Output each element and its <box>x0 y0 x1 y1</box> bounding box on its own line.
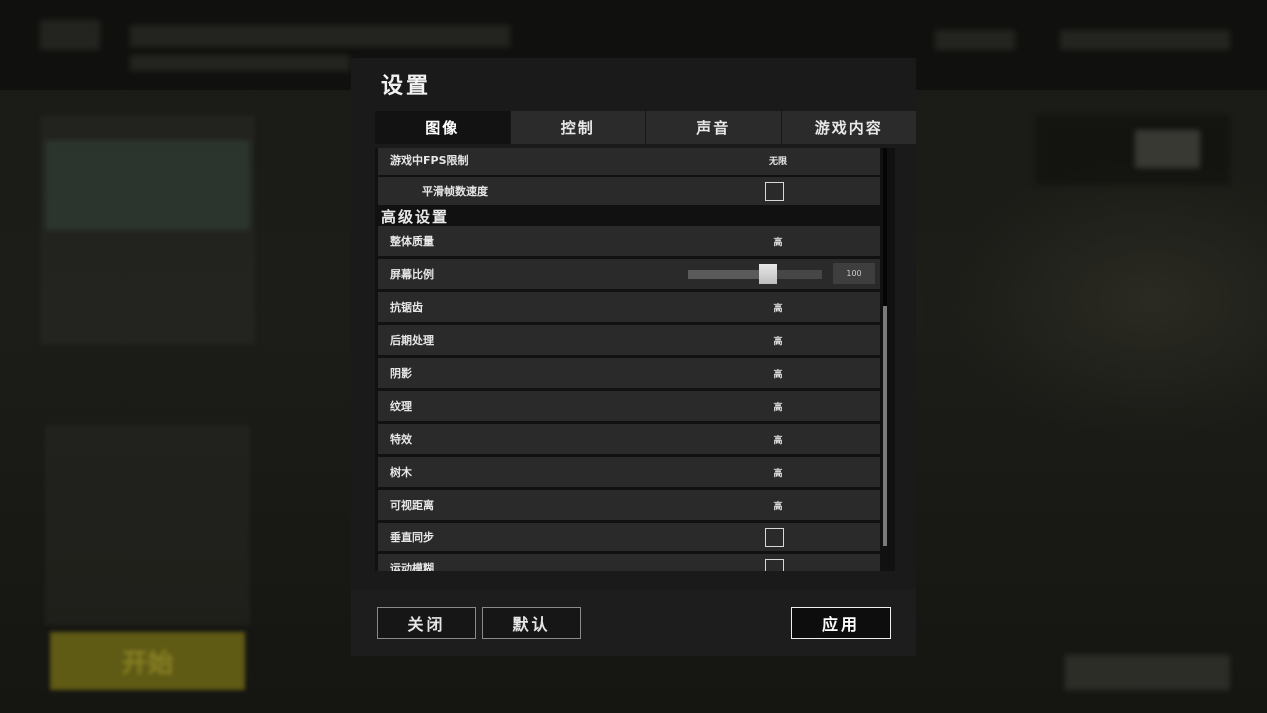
setting-value[interactable]: 高 <box>758 400 798 413</box>
default-button[interactable]: 默认 <box>482 607 581 639</box>
setting-label: 屏幕比例 <box>390 268 434 281</box>
background-blur-block <box>130 25 510 47</box>
setting-label: 平滑帧数速度 <box>422 185 488 198</box>
setting-row-shadows[interactable]: 阴影 高 <box>378 358 880 388</box>
setting-label: 整体质量 <box>390 235 434 248</box>
settings-dialog: 设置 图像 控制 声音 游戏内容 游戏中FPS限制 无限 平滑帧数速度 高级设置… <box>351 58 916 656</box>
background-side-panel <box>45 425 250 625</box>
scrollbar-thumb[interactable] <box>883 306 887 546</box>
setting-label: 可视距离 <box>390 499 434 512</box>
setting-label: 后期处理 <box>390 334 434 347</box>
settings-scrollbar[interactable] <box>883 148 887 546</box>
setting-value[interactable]: 无限 <box>758 154 798 167</box>
setting-label: 垂直同步 <box>390 531 434 544</box>
close-button[interactable]: 关闭 <box>377 607 476 639</box>
dialog-title: 设置 <box>381 74 432 99</box>
setting-label: 游戏中FPS限制 <box>390 154 469 167</box>
setting-row-anti-aliasing[interactable]: 抗锯齿 高 <box>378 292 880 322</box>
setting-row-overall-quality[interactable]: 整体质量 高 <box>378 226 880 256</box>
vsync-checkbox[interactable] <box>765 527 784 547</box>
setting-label: 特效 <box>390 433 412 446</box>
background-blur-block <box>1035 115 1230 185</box>
tab-graphics[interactable]: 图像 <box>375 111 510 144</box>
setting-row-effects[interactable]: 特效 高 <box>378 424 880 454</box>
setting-row-smooth-frame: 平滑帧数速度 <box>378 177 880 205</box>
setting-row-vsync: 垂直同步 <box>378 523 880 551</box>
apply-button[interactable]: 应用 <box>791 607 891 639</box>
background-blur-block <box>1135 130 1200 168</box>
tab-sound[interactable]: 声音 <box>645 111 781 144</box>
smooth-frame-checkbox[interactable] <box>765 181 784 201</box>
setting-value[interactable]: 高 <box>758 367 798 380</box>
settings-list: 游戏中FPS限制 无限 平滑帧数速度 高级设置 整体质量 高 屏幕比例 100 … <box>375 148 895 571</box>
background-blur-block <box>935 30 1015 50</box>
setting-row-post-processing[interactable]: 后期处理 高 <box>378 325 880 355</box>
background-blur-block <box>130 55 350 71</box>
slider-fill <box>688 270 768 279</box>
screen-scale-slider[interactable] <box>688 264 822 284</box>
dialog-footer: 关闭 默认 应用 <box>351 590 916 656</box>
motion-blur-checkbox[interactable] <box>765 558 784 571</box>
setting-value[interactable]: 高 <box>758 466 798 479</box>
background-blur-block <box>1060 30 1230 50</box>
tab-gameplay[interactable]: 游戏内容 <box>780 111 916 144</box>
setting-row-foliage[interactable]: 树木 高 <box>378 457 880 487</box>
setting-row-fps-limit[interactable]: 游戏中FPS限制 无限 <box>378 148 880 175</box>
tab-controls[interactable]: 控制 <box>509 111 645 144</box>
setting-row-view-distance[interactable]: 可视距离 高 <box>378 490 880 520</box>
background-start-button: 开始 <box>50 632 245 690</box>
setting-value[interactable]: 高 <box>758 334 798 347</box>
screen-scale-value[interactable]: 100 <box>833 263 875 284</box>
setting-value[interactable]: 高 <box>758 433 798 446</box>
setting-label: 树木 <box>390 466 412 479</box>
background-blur-block <box>1065 655 1230 690</box>
settings-tabs: 图像 控制 声音 游戏内容 <box>375 111 916 144</box>
setting-value[interactable]: 高 <box>758 301 798 314</box>
setting-row-screen-scale: 屏幕比例 100 <box>378 259 880 289</box>
slider-handle[interactable] <box>759 264 777 284</box>
setting-row-textures[interactable]: 纹理 高 <box>378 391 880 421</box>
setting-label: 运动模糊 <box>390 562 434 571</box>
setting-value[interactable]: 高 <box>758 499 798 512</box>
setting-value[interactable]: 高 <box>758 235 798 248</box>
background-blur-block <box>45 140 250 230</box>
setting-label: 抗锯齿 <box>390 301 423 314</box>
setting-row-motion-blur: 运动模糊 <box>378 554 880 571</box>
setting-label: 纹理 <box>390 400 412 413</box>
setting-label: 阴影 <box>390 367 412 380</box>
section-heading-advanced: 高级设置 <box>381 208 450 226</box>
background-blur-block <box>40 20 100 50</box>
